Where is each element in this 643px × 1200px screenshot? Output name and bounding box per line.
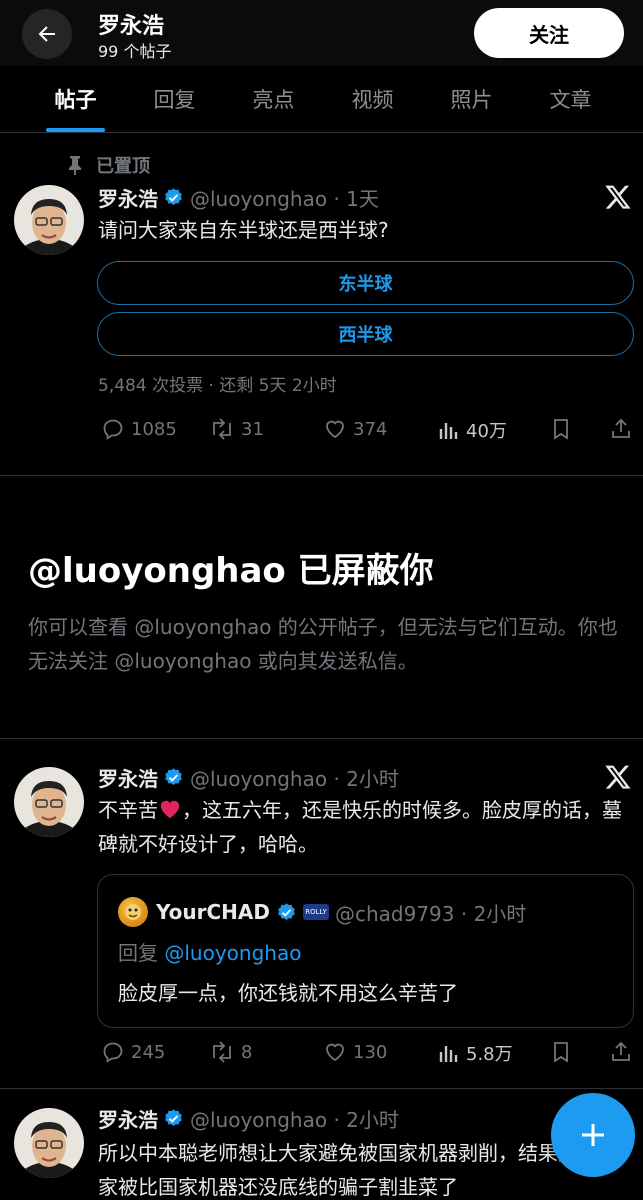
bookmark-button[interactable] <box>550 1040 572 1064</box>
x-logo-icon[interactable] <box>604 763 632 791</box>
bookmark-button[interactable] <box>550 417 572 441</box>
views-button[interactable]: 40万 <box>438 417 507 443</box>
plus-icon <box>582 1124 604 1146</box>
post-header: 罗永浩 @luoyonghao · 1天 <box>98 183 379 212</box>
poll-option-west[interactable]: 西半球 <box>97 312 634 356</box>
share-icon <box>612 1041 630 1061</box>
x-logo-icon[interactable] <box>604 183 632 211</box>
author-handle: @luoyonghao · 2小时 <box>190 767 399 791</box>
reply-icon <box>103 419 123 440</box>
poll-meta: 5,484 次投票 · 还剩 5天 2小时 <box>98 376 337 396</box>
tab-videos[interactable]: 视频 <box>323 66 422 132</box>
repost-count: 31 <box>241 418 264 440</box>
repost-button[interactable]: 8 <box>209 1040 252 1064</box>
reply-prefix: 回复 <box>118 941 158 965</box>
share-button[interactable] <box>609 417 633 441</box>
reply-button[interactable]: 245 <box>101 1040 165 1064</box>
avatar[interactable] <box>14 767 84 837</box>
red-heart-icon <box>160 800 180 819</box>
compose-button[interactable] <box>551 1093 635 1177</box>
quoted-author-handle: @chad9793 · 2小时 <box>334 901 527 926</box>
author-name[interactable]: 罗永浩 <box>98 1104 158 1133</box>
like-count: 130 <box>353 1041 388 1063</box>
post-header: 罗永浩 @luoyonghao · 2小时 <box>98 1104 399 1133</box>
like-button[interactable]: 130 <box>323 1040 387 1064</box>
back-button[interactable] <box>22 9 72 59</box>
reply-count: 1085 <box>131 418 177 440</box>
affiliate-badge: ROLLY <box>302 904 329 920</box>
post-header: 罗永浩 @luoyonghao · 2小时 <box>98 763 399 792</box>
avatar[interactable] <box>14 185 84 255</box>
avatar-portrait-icon <box>14 767 84 837</box>
heart-icon <box>326 1043 344 1062</box>
heart-icon <box>326 420 344 439</box>
poll-option-east[interactable]: 东半球 <box>97 261 634 305</box>
reply-context: 回复 @luoyonghao <box>118 937 301 966</box>
tab-replies[interactable]: 回复 <box>125 66 224 132</box>
blocked-description: 你可以查看 @luoyonghao 的公开帖子，但无法与它们互动。你也无法关注 … <box>28 615 618 673</box>
views-chart-icon <box>439 423 458 439</box>
reply-mention-link[interactable]: @luoyonghao <box>164 941 301 965</box>
follow-button[interactable]: 关注 <box>474 8 624 58</box>
views-chart-icon <box>439 1046 458 1062</box>
tab-posts[interactable]: 帖子 <box>26 66 125 132</box>
divider <box>0 475 643 476</box>
bookmark-icon <box>554 1042 568 1063</box>
post-text: 请问大家来自东半球还是西半球? <box>98 218 389 242</box>
avatar-portrait-icon <box>14 185 84 255</box>
tab-photos[interactable]: 照片 <box>422 66 521 132</box>
views-count: 40万 <box>466 421 507 442</box>
bookmark-icon <box>554 419 568 440</box>
repost-icon <box>213 418 231 440</box>
divider <box>0 1088 643 1089</box>
quoted-post-text: 脸皮厚一点，你还钱就不用这么辛苦了 <box>118 981 458 1005</box>
profile-tabs: 帖子 回复 亮点 视频 照片 文章 <box>0 66 643 133</box>
divider <box>0 738 643 739</box>
like-count: 374 <box>353 418 388 440</box>
author-handle: @luoyonghao · 1天 <box>190 187 379 211</box>
author-name[interactable]: 罗永浩 <box>98 183 158 212</box>
pinned-indicator: 已置顶 <box>66 152 150 178</box>
avatar[interactable] <box>14 1108 84 1178</box>
quoted-avatar <box>118 897 148 927</box>
post-text: 不辛苦 ，这五六年，还是快乐的时候多。脸皮厚的话，墓碑就不好设计了，哈哈。 <box>98 793 628 861</box>
verified-badge-icon <box>276 902 297 923</box>
quoted-author-name: YourCHAD <box>156 900 270 924</box>
like-button[interactable]: 374 <box>323 417 387 441</box>
profile-header: 罗永浩 99 个帖子 关注 <box>0 0 643 66</box>
quoted-post-header: YourCHAD ROLLY @chad9793 · 2小时 <box>118 897 526 927</box>
pinned-label: 已置顶 <box>96 156 150 177</box>
verified-badge-icon <box>163 1108 184 1129</box>
arrow-left-icon <box>38 26 55 42</box>
verified-badge-icon <box>163 187 184 208</box>
share-button[interactable] <box>609 1040 633 1064</box>
post-count: 99 个帖子 <box>98 42 172 61</box>
cartoon-avatar-icon <box>125 904 141 920</box>
post-text: 所以中本聪老师想让大家避免被国家机器剥削，结果是让大家被比国家机器还没底线的骗子… <box>98 1141 618 1199</box>
avatar-portrait-icon <box>14 1108 84 1178</box>
repost-count: 8 <box>241 1041 253 1063</box>
repost-button[interactable]: 31 <box>209 417 264 441</box>
views-count: 5.8万 <box>466 1044 513 1065</box>
author-name[interactable]: 罗永浩 <box>98 763 158 792</box>
author-handle: @luoyonghao · 2小时 <box>190 1108 399 1132</box>
profile-name: 罗永浩 <box>98 14 165 39</box>
post-text-part: 不辛苦 <box>98 798 158 822</box>
quoted-post[interactable]: YourCHAD ROLLY @chad9793 · 2小时 回复 @luoyo… <box>97 874 634 1028</box>
tab-highlights[interactable]: 亮点 <box>224 66 323 132</box>
reply-button[interactable]: 1085 <box>101 417 177 441</box>
reply-icon <box>103 1042 123 1063</box>
repost-icon <box>213 1041 231 1063</box>
blocked-title: @luoyonghao 已屏蔽你 <box>28 551 434 591</box>
post-actions: 1085 31 374 40万 <box>98 417 638 447</box>
share-icon <box>612 418 630 438</box>
verified-badge-icon <box>163 767 184 788</box>
post-actions: 245 8 130 5.8万 <box>98 1040 638 1070</box>
tab-articles[interactable]: 文章 <box>521 66 620 132</box>
reply-count: 245 <box>131 1041 166 1063</box>
pin-icon <box>69 156 81 175</box>
views-button[interactable]: 5.8万 <box>438 1040 513 1066</box>
